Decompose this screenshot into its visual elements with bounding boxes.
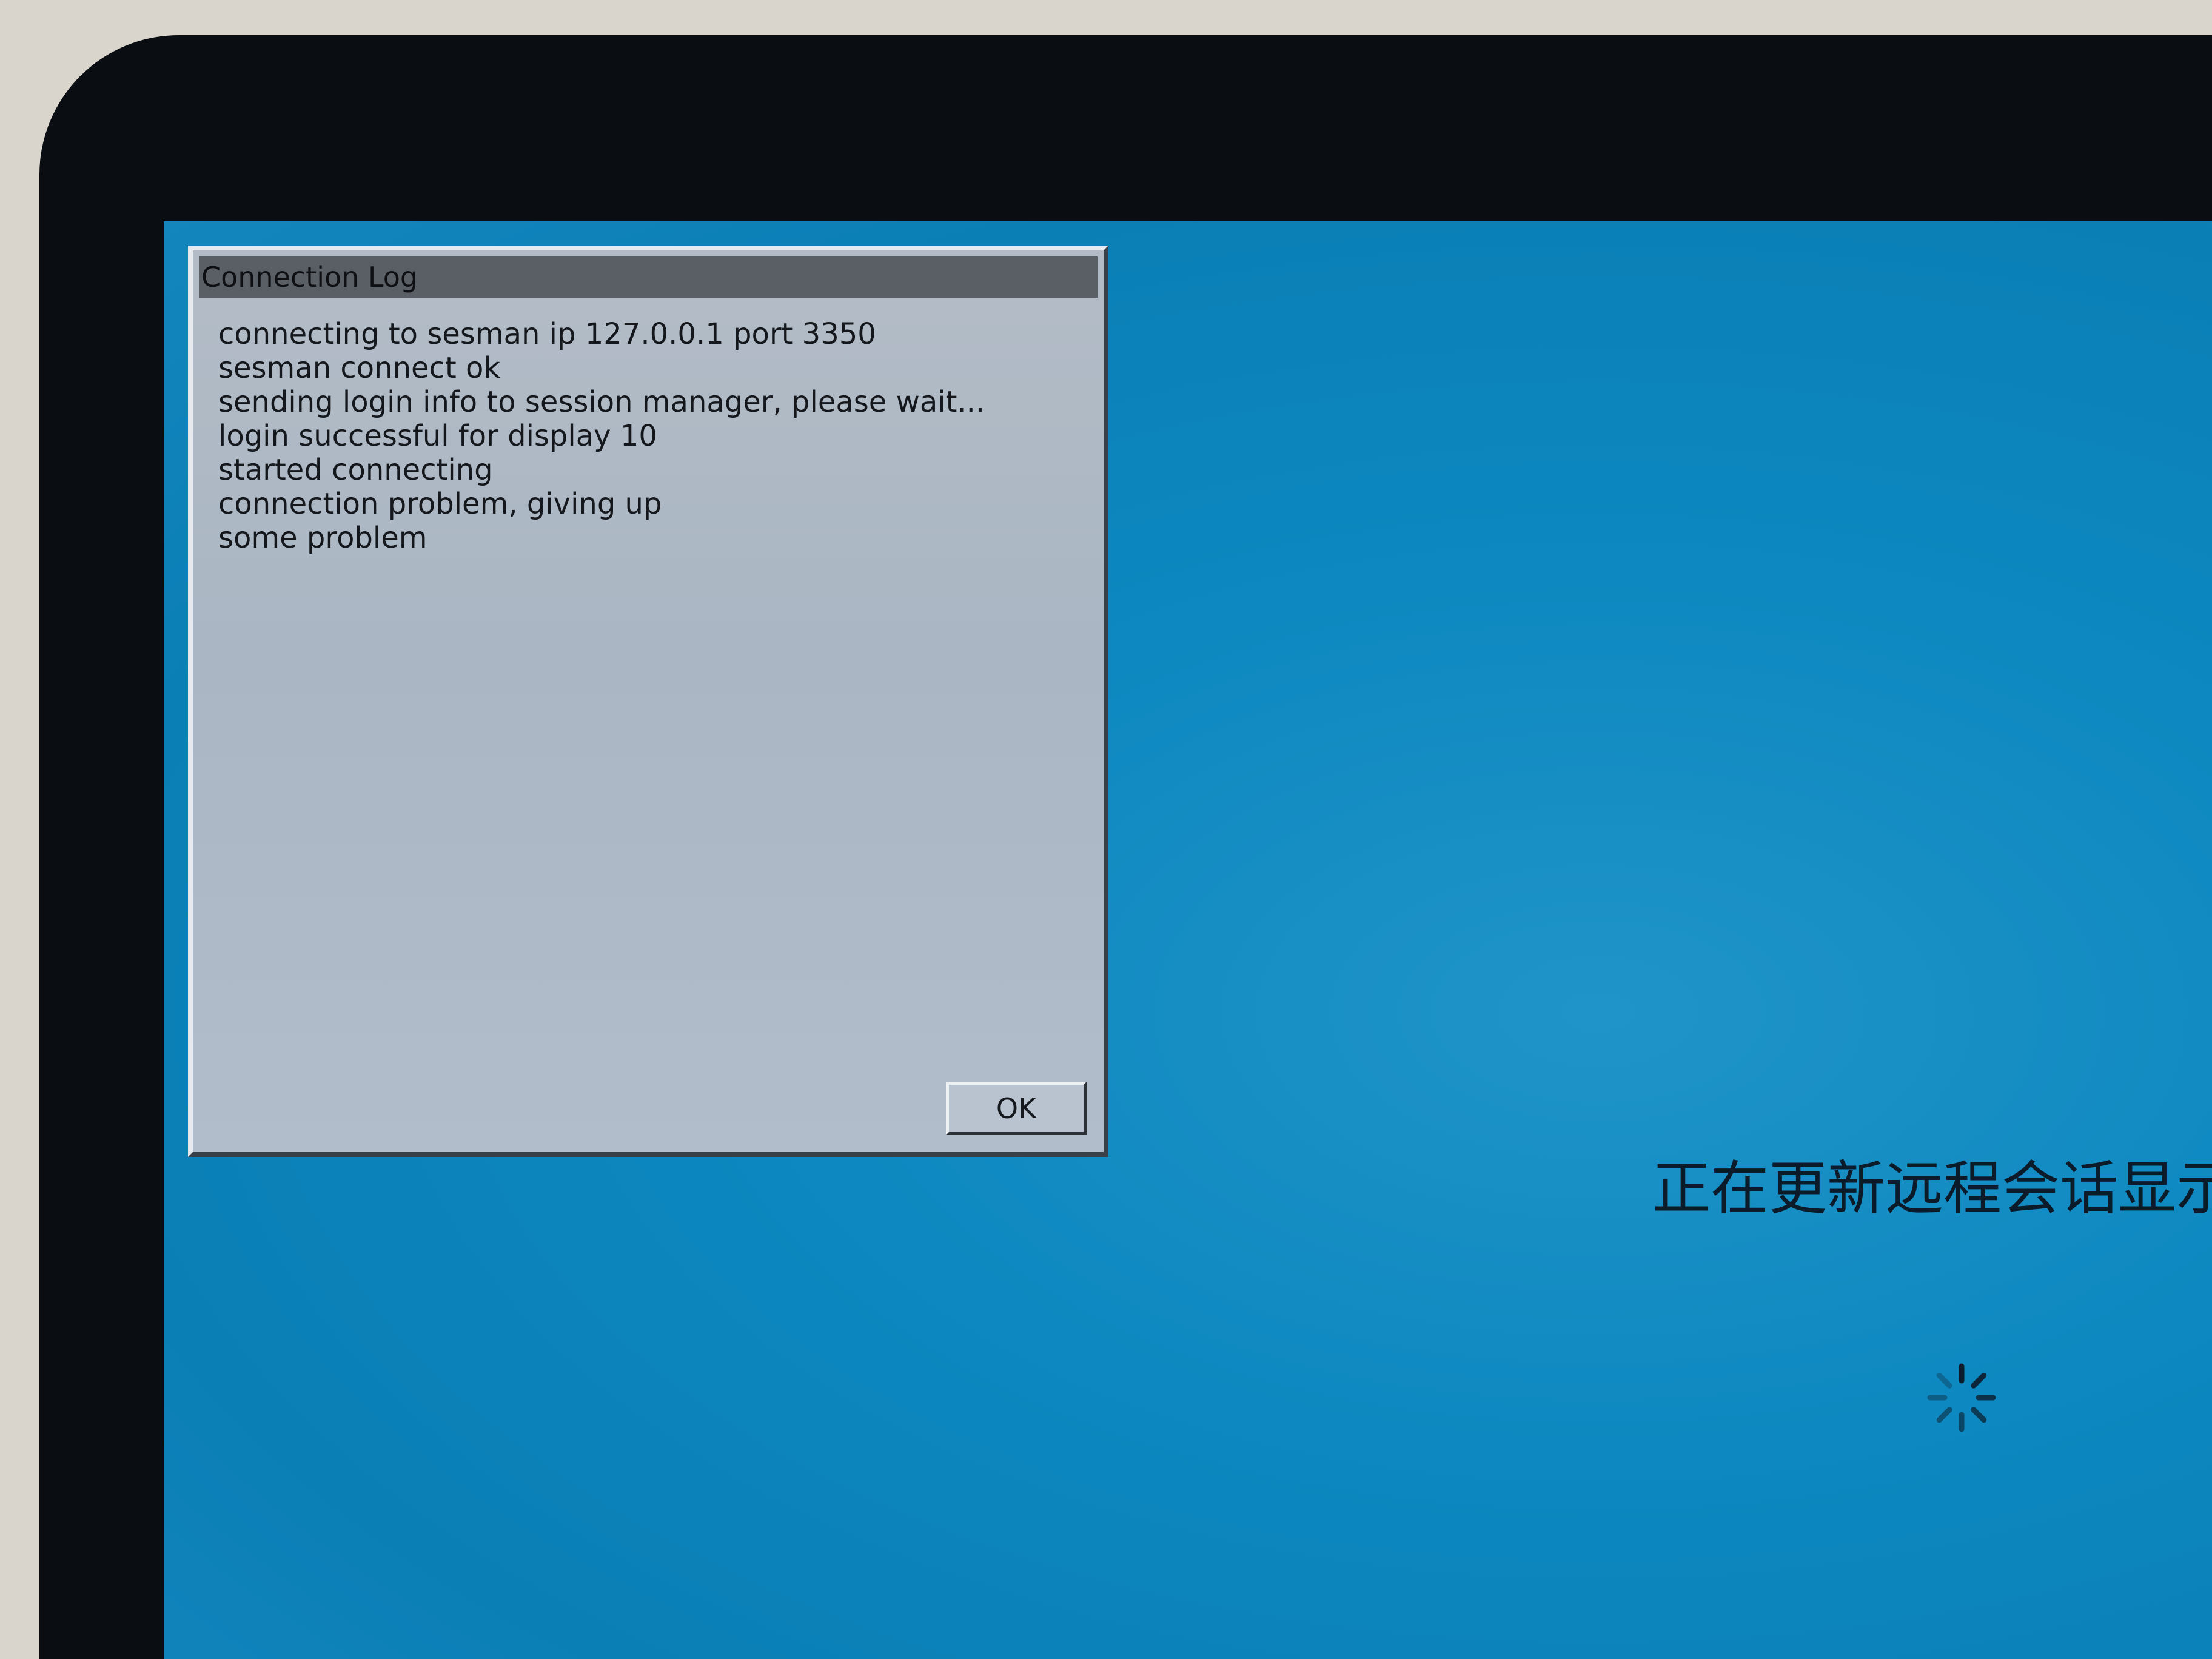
log-line: login successful for display 10: [218, 419, 657, 453]
dialog-titlebar[interactable]: Connection Log: [199, 256, 1098, 298]
connection-log-dialog: Connection Log connecting to sesman ip 1…: [188, 246, 1108, 1157]
updating-session-status-text: 正在更新远程会话显示: [1652, 1155, 2212, 1222]
log-line: connecting to sesman ip 127.0.0.1 port 3…: [218, 317, 876, 351]
log-line: connection problem, giving up: [218, 487, 662, 521]
loading-spinner-icon: [1927, 1363, 1996, 1432]
dialog-title: Connection Log: [201, 261, 418, 293]
connection-log-list: connecting to sesman ip 127.0.0.1 port 3…: [218, 317, 985, 555]
remote-desktop-screen: Connection Log connecting to sesman ip 1…: [164, 221, 2212, 1659]
log-line: sesman connect ok: [218, 351, 501, 385]
ok-button[interactable]: OK: [946, 1082, 1087, 1135]
log-line: started connecting: [218, 453, 493, 487]
log-line: sending login info to session manager, p…: [218, 385, 985, 419]
log-line: some problem: [218, 521, 427, 555]
